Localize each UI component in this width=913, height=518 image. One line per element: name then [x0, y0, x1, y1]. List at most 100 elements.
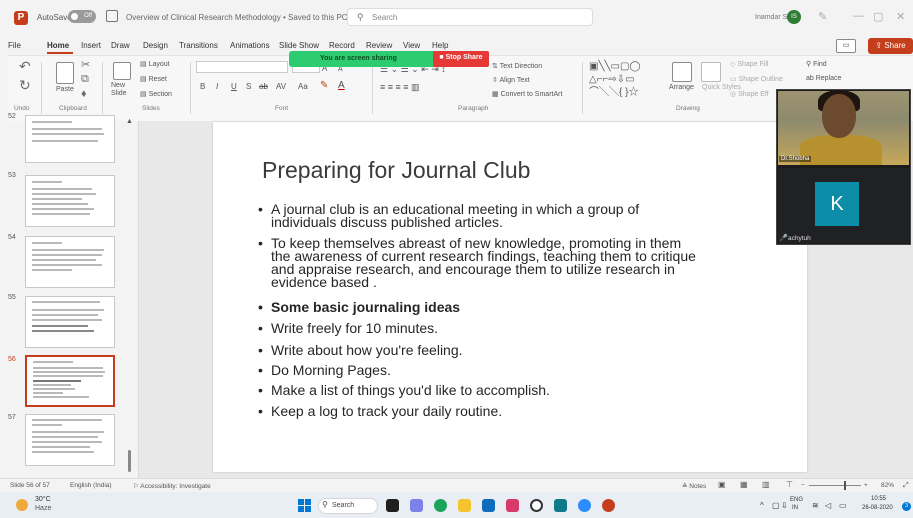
- font-color-button[interactable]: A: [338, 80, 345, 91]
- paste-label[interactable]: Paste: [56, 86, 74, 93]
- align-icons[interactable]: ≡ ≡ ≡ ≡ ▥: [380, 82, 420, 93]
- tab-insert[interactable]: Insert: [81, 41, 101, 50]
- app-icon[interactable]: [554, 499, 567, 512]
- app-icon[interactable]: [530, 499, 543, 512]
- file-explorer-icon[interactable]: [458, 499, 471, 512]
- save-icon[interactable]: [106, 10, 118, 22]
- accessibility-status[interactable]: ⚐ Accessibility: Investigate: [133, 482, 211, 490]
- underline-button[interactable]: U: [231, 82, 237, 91]
- stop-share-button[interactable]: ■ Stop Share: [433, 51, 489, 67]
- edge-icon[interactable]: [434, 499, 447, 512]
- text-direction-button[interactable]: ⇅ Text Direction: [492, 62, 542, 70]
- arrange-button[interactable]: Arrange: [669, 84, 694, 91]
- zoom-slider[interactable]: [809, 485, 861, 486]
- slide-thumbnail[interactable]: [25, 414, 115, 466]
- layout-button[interactable]: ▤ Layout: [140, 60, 170, 68]
- app-icon[interactable]: [506, 499, 519, 512]
- align-text-button[interactable]: ⇳ Align Text: [492, 76, 530, 84]
- clock-time[interactable]: 10:55: [871, 496, 886, 502]
- minimize-icon[interactable]: —: [853, 10, 864, 22]
- slide-sorter-icon[interactable]: ▦: [740, 480, 748, 489]
- autosave-toggle[interactable]: Off: [68, 10, 96, 23]
- user-avatar[interactable]: IS: [787, 10, 801, 24]
- change-case-button[interactable]: Aa: [298, 82, 308, 91]
- zoom-in-icon[interactable]: +: [864, 482, 868, 489]
- language-indicator[interactable]: ENG: [790, 497, 803, 503]
- normal-view-icon[interactable]: ▣: [718, 480, 726, 489]
- char-spacing-button[interactable]: AV: [276, 82, 286, 91]
- copy-icon[interactable]: ⧉: [81, 73, 89, 86]
- slide-title[interactable]: Preparing for Journal Club: [262, 157, 530, 184]
- scrollbar-thumb[interactable]: [128, 450, 131, 472]
- tab-record[interactable]: Record: [329, 41, 355, 50]
- section-button[interactable]: ▤ Section: [140, 90, 172, 98]
- tab-help[interactable]: Help: [432, 41, 448, 50]
- bold-button[interactable]: B: [200, 82, 205, 91]
- font-name-select[interactable]: [196, 61, 288, 73]
- battery-icon[interactable]: ▭: [839, 501, 847, 510]
- store-icon[interactable]: [482, 499, 495, 512]
- tab-draw[interactable]: Draw: [111, 41, 130, 50]
- tab-review[interactable]: Review: [366, 41, 392, 50]
- zoom-out-icon[interactable]: −: [801, 482, 805, 489]
- arrange-icon[interactable]: [672, 62, 692, 82]
- reset-button[interactable]: ▤ Reset: [140, 75, 167, 83]
- highlight-icon[interactable]: ✎: [320, 80, 328, 91]
- tab-file[interactable]: File: [8, 41, 21, 50]
- convert-smartart-button[interactable]: ▦ Convert to SmartArt: [492, 90, 562, 98]
- shapes-gallery[interactable]: ▣╲╲▭▢◯ △⌐⌐⇨⇩▭ ⌒╲╲{ }☆: [589, 60, 663, 100]
- tab-animations[interactable]: Animations: [230, 41, 270, 50]
- tab-view[interactable]: View: [403, 41, 420, 50]
- quick-styles-icon[interactable]: [701, 62, 721, 82]
- comments-button[interactable]: ▭: [836, 39, 856, 53]
- weather-icon[interactable]: [16, 499, 28, 511]
- slideshow-icon[interactable]: ⊤: [786, 480, 793, 489]
- slide-thumbnail[interactable]: [25, 236, 115, 288]
- shape-effects-button[interactable]: ◎ Shape Eff: [730, 90, 769, 98]
- notes-button[interactable]: ≙ Notes: [682, 482, 706, 490]
- tray-usb-icon[interactable]: ⇩: [781, 501, 788, 510]
- slide-thumbnail[interactable]: [25, 296, 115, 348]
- slide-thumbnail-selected[interactable]: [25, 355, 115, 407]
- italic-button[interactable]: I: [216, 82, 218, 91]
- replace-button[interactable]: ab Replace: [806, 75, 841, 82]
- shape-outline-button[interactable]: ▭ Shape Outline: [730, 75, 783, 83]
- task-view-icon[interactable]: [386, 499, 399, 512]
- start-icon[interactable]: [298, 499, 311, 512]
- share-button[interactable]: ⇪ Share: [868, 38, 913, 54]
- shrink-font-icon[interactable]: A: [338, 66, 343, 73]
- scroll-up-icon[interactable]: ▲: [126, 118, 133, 125]
- tab-design[interactable]: Design: [143, 41, 168, 50]
- tab-home[interactable]: Home: [47, 41, 69, 50]
- new-slide-button[interactable]: New Slide: [111, 82, 127, 98]
- cut-icon[interactable]: ✂: [81, 58, 90, 71]
- restore-icon[interactable]: ▢: [873, 10, 883, 23]
- reading-view-icon[interactable]: ▥: [762, 480, 770, 489]
- pen-icon[interactable]: ✎: [818, 10, 827, 23]
- new-slide-icon[interactable]: [113, 62, 131, 80]
- shape-fill-button[interactable]: ◇ Shape Fill: [730, 60, 768, 68]
- close-icon[interactable]: ✕: [896, 10, 905, 23]
- language-status[interactable]: English (India): [70, 482, 112, 489]
- find-button[interactable]: ⚲ Find: [806, 60, 827, 68]
- volume-icon[interactable]: ◁: [825, 501, 831, 510]
- wifi-icon[interactable]: ≋: [812, 501, 819, 510]
- shadow-button[interactable]: S: [246, 82, 251, 91]
- strikethrough-button[interactable]: ab: [259, 82, 268, 91]
- clock-date[interactable]: 26-08-2020: [862, 505, 893, 511]
- zoom-level[interactable]: 82%: [881, 482, 894, 489]
- powerpoint-taskbar-icon[interactable]: [602, 499, 615, 512]
- notification-badge[interactable]: 3: [902, 502, 911, 511]
- format-painter-icon[interactable]: ♦: [81, 88, 87, 100]
- language-region[interactable]: IN: [792, 505, 798, 511]
- paste-icon[interactable]: [56, 62, 74, 84]
- chat-icon[interactable]: [410, 499, 423, 512]
- fit-slide-icon[interactable]: ⤢: [903, 482, 909, 490]
- tray-overflow-icon[interactable]: ^: [760, 501, 764, 510]
- document-title[interactable]: Overview of Clinical Research Methodolog…: [126, 13, 357, 22]
- slide-thumbnail[interactable]: [25, 175, 115, 227]
- undo-icon[interactable]: ↶: [19, 58, 31, 75]
- weather-description[interactable]: Haze: [35, 505, 51, 512]
- tab-transitions[interactable]: Transitions: [179, 41, 218, 50]
- zoom-app-icon[interactable]: [578, 499, 591, 512]
